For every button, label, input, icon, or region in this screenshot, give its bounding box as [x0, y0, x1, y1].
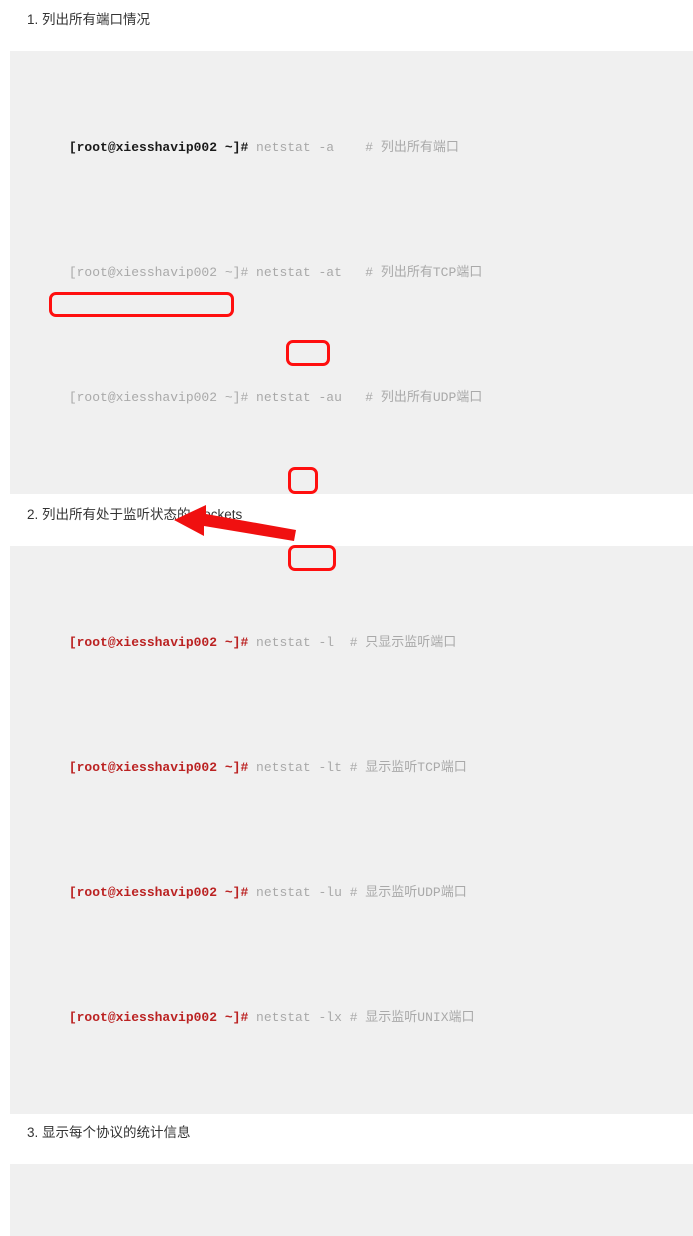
shell-command: netstat -lu: [248, 885, 342, 900]
shell-comment: # 显示监听UNIX端口: [349, 1010, 475, 1025]
shell-comment: # 列出所有TCP端口: [365, 265, 483, 280]
shell-prompt: [root@xiesshavip002 ~]#: [68, 1010, 249, 1025]
shell-comment: # 列出所有UDP端口: [365, 390, 483, 405]
shell-comment: # 只显示监听端口: [349, 635, 457, 650]
shell-prompt: [root@xiesshavip002 ~]#: [68, 140, 249, 155]
shell-prompt: [root@xiesshavip002 ~]#: [68, 885, 249, 900]
shell-command: netstat -lx: [248, 1010, 342, 1025]
shell-prompt: [root@xiesshavip002 ~]#: [68, 265, 249, 280]
code-line: [root@xiesshavip002 ~]# netstat -s # 显示所…: [22, 1223, 693, 1236]
shell-prompt: [root@xiesshavip002 ~]#: [68, 390, 249, 405]
code-block-2: [root@xiesshavip002 ~]# netstat -l # 只显示…: [10, 546, 693, 1114]
shell-command: netstat -at: [248, 265, 342, 280]
code-line: [root@xiesshavip002 ~]# netstat -lx # 显示…: [22, 980, 693, 1055]
shell-comment: # 显示监听TCP端口: [349, 760, 467, 775]
shell-comment: # 显示监听UDP端口: [349, 885, 467, 900]
code-line: [root@xiesshavip002 ~]# netstat -l # 只显示…: [22, 605, 693, 680]
shell-prompt: [root@xiesshavip002 ~]#: [68, 760, 249, 775]
shell-comment: # 列出所有端口: [365, 140, 459, 155]
section-heading-2: 2. 列出所有处于监听状态的 Sockets: [27, 507, 243, 522]
code-block-1: [root@xiesshavip002 ~]# netstat -a # 列出所…: [10, 51, 693, 494]
shell-command: netstat -l: [248, 635, 335, 650]
shell-command: netstat -a: [248, 140, 335, 155]
section-heading-3: 3. 显示每个协议的统计信息: [27, 1125, 191, 1140]
section-heading-1: 1. 列出所有端口情况: [27, 12, 151, 27]
shell-prompt: [root@xiesshavip002 ~]#: [68, 635, 249, 650]
code-block-3: [root@xiesshavip002 ~]# netstat -s # 显示所…: [10, 1164, 693, 1236]
code-line: [root@xiesshavip002 ~]# netstat -lu # 显示…: [22, 855, 693, 930]
shell-command: netstat -lt: [248, 760, 342, 775]
code-line: [root@xiesshavip002 ~]# netstat -at # 列出…: [22, 235, 693, 310]
code-line: [root@xiesshavip002 ~]# netstat -au # 列出…: [22, 360, 693, 435]
code-line: [root@xiesshavip002 ~]# netstat -lt # 显示…: [22, 730, 693, 805]
code-line: [root@xiesshavip002 ~]# netstat -a # 列出所…: [22, 110, 693, 185]
document-page: 1. 列出所有端口情况 [root@xiesshavip002 ~]# nets…: [0, 0, 693, 1236]
shell-command: netstat -au: [248, 390, 342, 405]
